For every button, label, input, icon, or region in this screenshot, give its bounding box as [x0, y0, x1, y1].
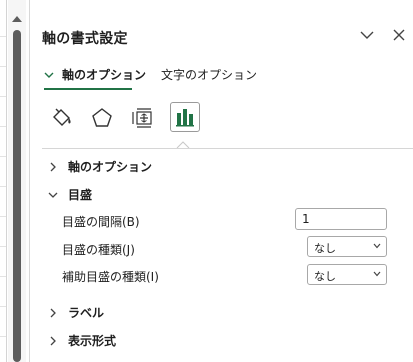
section-label: 目盛 — [68, 188, 93, 202]
grid-line — [0, 186, 6, 187]
chevron-right-icon — [50, 308, 56, 317]
effects-pentagon-icon[interactable] — [87, 103, 117, 133]
grid-line — [0, 306, 6, 307]
grid-line — [0, 156, 6, 157]
grid-line — [0, 336, 6, 337]
major-tick-type-select[interactable]: なし — [307, 236, 387, 257]
section-divider — [42, 148, 413, 149]
section-label: ラベル — [68, 306, 105, 320]
scrollbar-thumb[interactable] — [13, 30, 21, 362]
tab-text-options[interactable]: 文字のオプション — [161, 66, 257, 83]
section-tick-marks[interactable]: 目盛 — [48, 186, 92, 203]
pane-options-button[interactable] — [356, 24, 378, 46]
worksheet-edge — [0, 0, 30, 362]
fill-line-icon[interactable] — [46, 103, 76, 133]
major-tick-type-label: 目盛の種類(J) — [62, 243, 135, 257]
grid-line — [0, 36, 6, 37]
section-label: 表示形式 — [68, 334, 117, 348]
worksheet-grid-column — [0, 0, 7, 362]
select-value: なし — [314, 242, 336, 255]
tab-axis-options[interactable]: 軸のオプション — [44, 66, 146, 83]
scroll-up-arrow-icon[interactable] — [11, 10, 23, 22]
chevron-down-icon — [44, 72, 54, 78]
tick-interval-input[interactable]: 1 — [295, 208, 387, 230]
format-axis-pane: 軸の書式設定 軸のオプション 文字のオプション 軸のオプション 目盛 目盛の間隔… — [30, 0, 413, 362]
minor-tick-type-select[interactable]: なし — [307, 264, 387, 285]
grid-line — [0, 276, 6, 277]
chevron-down-icon — [48, 192, 58, 198]
active-tab-indicator — [44, 88, 132, 90]
vertical-scrollbar[interactable] — [8, 0, 26, 362]
grid-line — [0, 66, 6, 67]
axis-options-barchart-icon[interactable] — [170, 102, 200, 132]
close-button[interactable] — [388, 24, 410, 46]
chevron-down-icon — [373, 243, 381, 249]
chevron-right-icon — [50, 162, 56, 171]
chevron-down-icon — [360, 31, 374, 39]
section-axis-options[interactable]: 軸のオプション — [48, 158, 152, 175]
select-value: なし — [314, 270, 336, 283]
size-properties-icon[interactable] — [128, 103, 158, 133]
close-icon — [393, 29, 405, 41]
chevron-down-icon — [373, 271, 381, 277]
pane-title: 軸の書式設定 — [42, 31, 128, 47]
grid-line — [0, 216, 6, 217]
section-number-format[interactable]: 表示形式 — [48, 332, 116, 349]
grid-line — [0, 96, 6, 97]
section-label: 軸のオプション — [68, 160, 153, 174]
chevron-right-icon — [50, 336, 56, 345]
grid-line — [0, 246, 6, 247]
grid-line — [0, 126, 6, 127]
tick-interval-label: 目盛の間隔(B) — [62, 215, 140, 229]
tab-label: 軸のオプション — [62, 68, 147, 82]
section-labels[interactable]: ラベル — [48, 304, 104, 321]
minor-tick-type-label: 補助目盛の種類(I) — [62, 270, 159, 284]
